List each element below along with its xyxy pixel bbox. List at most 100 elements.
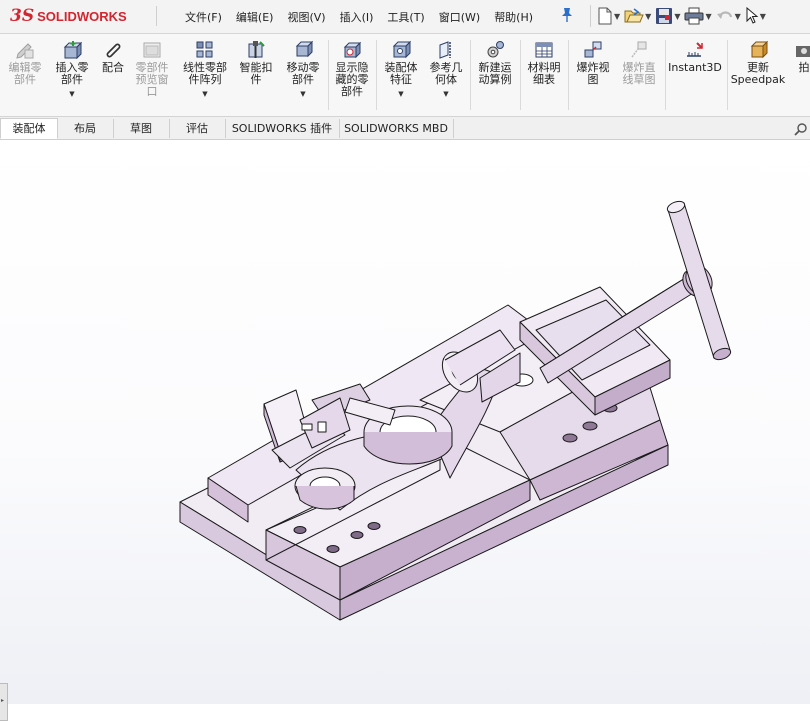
menu-view[interactable]: 视图(V) [280,9,332,25]
open-button[interactable]: ▼ [624,7,651,25]
menu-edit[interactable]: 编辑(E) [229,9,281,25]
select-button[interactable]: ▼ [745,7,766,25]
chevron-down-icon[interactable]: ▼ [674,12,680,21]
explode-line-sketch-label: 爆炸直 线草图 [622,61,656,86]
undo-button[interactable]: ▼ [716,8,741,24]
chevron-down-icon[interactable]: ▼ [426,88,466,100]
menu-tools[interactable]: 工具(T) [380,9,431,25]
pin-icon[interactable] [560,7,574,23]
divider [520,40,521,110]
chevron-down-icon[interactable]: ▼ [645,12,651,21]
show-hidden-label: 显示隐 藏的零 部件 [335,61,369,98]
move-component-icon [295,40,313,58]
panel-flyout-handle[interactable]: ▸ [0,683,8,721]
component-preview-window-button[interactable]: 零部件 预览窗口 [132,40,172,98]
update-speedpak-label: 更新 Speedpak [730,61,786,86]
instant3d-icon [687,42,703,57]
search-icon[interactable] [794,122,808,136]
save-button[interactable]: ▼ [655,7,680,25]
chevron-down-icon[interactable]: ▼ [178,88,232,100]
truncated-ribbon-button[interactable]: 拍 [794,40,810,74]
exploded-view-icon [584,41,602,58]
tab-evaluate[interactable]: 评估 [169,119,226,138]
new-motion-study-label: 新建运 动算例 [478,61,512,86]
divider [470,40,471,110]
instant3d-label: Instant3D [668,61,722,74]
graphics-area[interactable]: ▸ [0,140,810,721]
divider [156,6,157,26]
linear-pattern-label: 线性零部 件阵列 [183,61,227,86]
show-hidden-icon [343,41,362,59]
paperclip-icon [106,43,121,58]
show-hidden-components-button[interactable]: 显示隐 藏的零 部件 [332,40,372,98]
tab-sketch[interactable]: 草图 [113,119,170,138]
assembly-model[interactable] [0,140,810,704]
tab-solidworks-addins[interactable]: SOLIDWORKS 插件 [225,119,340,138]
chevron-down-icon[interactable]: ▼ [760,12,766,21]
mate-button[interactable]: 配合 [98,40,128,74]
print-button[interactable]: ▼ [684,7,712,25]
move-component-button[interactable]: 移动零 部件 ▼ [282,40,324,100]
reference-geometry-button[interactable]: 参考几 何体 ▼ [426,40,466,100]
chevron-down-icon[interactable]: ▼ [380,88,422,100]
command-tabs: 装配体 布局 草图 评估 SOLIDWORKS 插件 SOLIDWORKS MB… [0,117,810,140]
cursor-icon [746,7,759,24]
menu-insert[interactable]: 插入(I) [333,9,381,25]
divider [568,40,569,110]
brand-name: SOLIDWORKS [37,8,127,24]
chevron-down-icon[interactable]: ▼ [614,12,620,21]
tab-assembly[interactable]: 装配体 [0,118,58,139]
linear-pattern-icon [196,41,213,58]
divider [590,5,591,27]
insert-component-icon [63,41,82,60]
truncated-label: 拍 [798,61,810,74]
assembly-features-label: 装配体 特征 [384,61,418,86]
exploded-view-label: 爆炸视图 [576,61,610,86]
exploded-view-button[interactable]: 爆炸视图 [572,40,614,86]
update-speedpak-button[interactable]: 更新 Speedpak [730,40,786,86]
open-folder-icon [624,8,644,23]
app-logo[interactable]: 3S SOLIDWORKS [10,4,127,28]
edit-component-label: 编辑零 部件 [8,61,42,86]
new-document-icon [598,7,612,25]
menu-help[interactable]: 帮助(H) [487,9,540,25]
chevron-down-icon[interactable]: ▼ [735,12,741,21]
title-bar: 3S SOLIDWORKS 文件(F) 编辑(E) 视图(V) 插入(I) 工具… [0,0,810,34]
menu-window[interactable]: 窗口(W) [432,9,487,25]
bom-label: 材料明 细表 [527,61,561,86]
preview-window-icon [143,42,161,58]
quick-access-toolbar: ▼ ▼ ▼ ▼ ▼ ▼ [584,3,770,29]
edit-component-button[interactable]: 编辑零 部件 [5,40,45,86]
tab-solidworks-mbd[interactable]: SOLIDWORKS MBD [339,119,454,138]
printer-icon [684,7,704,25]
chevron-down-icon[interactable]: ▼ [50,88,94,100]
insert-components-button[interactable]: 插入零 部件 ▼ [50,40,94,100]
reference-plane-icon [439,41,451,59]
bill-of-materials-button[interactable]: 材料明 细表 [524,40,564,86]
new-document-button[interactable]: ▼ [597,7,620,25]
new-motion-study-button[interactable]: 新建运 动算例 [474,40,516,86]
explode-line-sketch-button[interactable]: 爆炸直 线草图 [617,40,661,86]
save-icon [656,8,673,24]
chevron-down-icon[interactable]: ▼ [705,12,711,21]
t-handle[interactable] [666,199,732,362]
linear-pattern-button[interactable]: 线性零部 件阵列 ▼ [178,40,232,100]
motion-study-icon [487,41,504,58]
smart-fasteners-button[interactable]: 智能扣件 [236,40,276,86]
menu-file[interactable]: 文件(F) [178,9,229,25]
tab-layout[interactable]: 布局 [57,119,114,138]
chevron-down-icon[interactable]: ▼ [282,88,324,100]
smart-fasteners-label: 智能扣件 [239,61,273,86]
divider [376,40,377,110]
smart-fastener-icon [248,41,265,58]
assembly-features-button[interactable]: 装配体 特征 ▼ [380,40,422,100]
undo-icon [716,11,732,19]
menu-bar: 文件(F) 编辑(E) 视图(V) 插入(I) 工具(T) 窗口(W) 帮助(H… [178,9,540,25]
camera-icon [796,46,810,57]
divider [328,40,329,110]
instant3d-button[interactable]: Instant3D [667,40,723,74]
move-component-label: 移动零 部件 [286,61,320,86]
edit-component-icon [16,43,34,59]
ds-logo-mark: 3S [10,6,35,26]
table-icon [535,42,553,58]
